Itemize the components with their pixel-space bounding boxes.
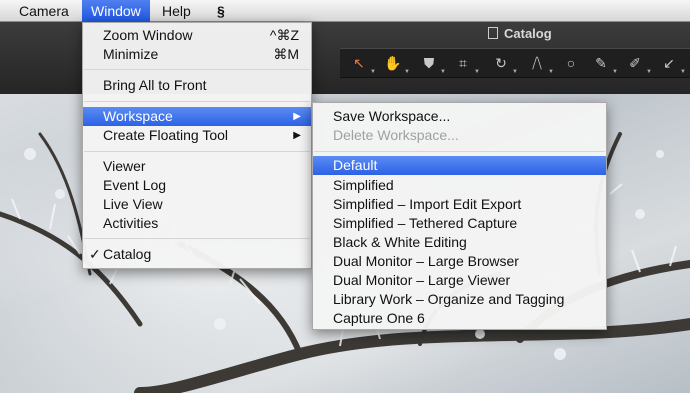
menu-item-default[interactable]: Default bbox=[313, 156, 606, 175]
menu-item-black-white-editing[interactable]: Black & White Editing bbox=[313, 233, 606, 252]
document-icon bbox=[488, 27, 498, 39]
menu-camera[interactable]: Camera bbox=[10, 0, 78, 22]
menu-item-live-view[interactable]: Live View bbox=[83, 195, 311, 214]
menu-item-create-floating-tool[interactable]: Create Floating Tool ▶ bbox=[83, 126, 311, 145]
menu-item-zoom-window[interactable]: Zoom Window ^⌘Z bbox=[83, 26, 311, 45]
rotate-icon[interactable]: ↻ ▼ bbox=[490, 52, 518, 75]
window-title: Catalog bbox=[488, 26, 552, 41]
menu-item-minimize[interactable]: Minimize ⌘M bbox=[83, 45, 311, 64]
menu-item-bring-all-to-front[interactable]: Bring All to Front bbox=[83, 76, 311, 95]
menu-item-simplified-tethered-capture[interactable]: Simplified – Tethered Capture bbox=[313, 214, 606, 233]
picker-icon[interactable]: ✐ ▼ bbox=[624, 52, 652, 75]
menu-item-event-log[interactable]: Event Log bbox=[83, 176, 311, 195]
menu-separator bbox=[314, 151, 605, 152]
arrow-icon[interactable]: ↙ ▼ bbox=[658, 52, 686, 75]
submenu-arrow-icon: ▶ bbox=[293, 130, 301, 141]
menu-item-save-workspace[interactable]: Save Workspace... bbox=[313, 107, 606, 126]
workspace-submenu: Save Workspace... Delete Workspace... De… bbox=[312, 102, 607, 330]
menu-item-workspace[interactable]: Workspace ▶ bbox=[83, 107, 311, 126]
menu-separator bbox=[84, 238, 310, 239]
checkmark-icon: ✓ bbox=[89, 246, 101, 262]
crop-icon[interactable]: ⌗ ▼ bbox=[452, 52, 480, 75]
stamp-icon[interactable]: ⛊ ▼ bbox=[418, 52, 446, 75]
keystone-icon[interactable]: ⧸⧹ ▼ bbox=[526, 52, 554, 75]
hand-icon[interactable]: ✋ ▼ bbox=[382, 52, 410, 75]
menu-separator bbox=[84, 101, 310, 102]
menu-bar: Camera Window Help § bbox=[0, 0, 690, 22]
menu-help[interactable]: Help bbox=[153, 0, 200, 22]
window-menu: Zoom Window ^⌘Z Minimize ⌘M Bring All to F… bbox=[82, 22, 312, 269]
menu-window[interactable]: Window bbox=[82, 0, 150, 22]
menu-item-activities[interactable]: Activities bbox=[83, 214, 311, 233]
submenu-arrow-icon: ▶ bbox=[293, 111, 301, 122]
spot-icon[interactable]: ○ bbox=[560, 52, 582, 74]
menu-item-simplified[interactable]: Simplified bbox=[313, 176, 606, 195]
script-menu-icon[interactable]: § bbox=[208, 0, 234, 22]
menu-item-viewer[interactable]: Viewer bbox=[83, 157, 311, 176]
brush-icon[interactable]: ✎ ▼ bbox=[590, 52, 618, 75]
menu-item-simplified-import-edit-export[interactable]: Simplified – Import Edit Export bbox=[313, 195, 606, 214]
menu-item-dual-monitor-large-browser[interactable]: Dual Monitor – Large Browser bbox=[313, 252, 606, 271]
cursor-icon[interactable]: ↖ ▼ bbox=[348, 52, 376, 75]
tool-strip: ↖ ▼ ✋ ▼ ⛊ ▼ ⌗ ▼ ↻ ▼ ⧸⧹ ▼ ○ ✎ ▼ ✐ ▼ ↙ ▼ bbox=[340, 48, 690, 78]
menu-item-capture-one-6[interactable]: Capture One 6 bbox=[313, 309, 606, 328]
menu-item-library-work[interactable]: Library Work – Organize and Tagging bbox=[313, 290, 606, 309]
menu-item-catalog[interactable]: ✓ Catalog bbox=[83, 245, 311, 264]
menu-item-dual-monitor-large-viewer[interactable]: Dual Monitor – Large Viewer bbox=[313, 271, 606, 290]
menu-separator bbox=[84, 69, 310, 70]
menu-item-delete-workspace: Delete Workspace... bbox=[333, 127, 459, 143]
menu-separator bbox=[84, 151, 310, 152]
